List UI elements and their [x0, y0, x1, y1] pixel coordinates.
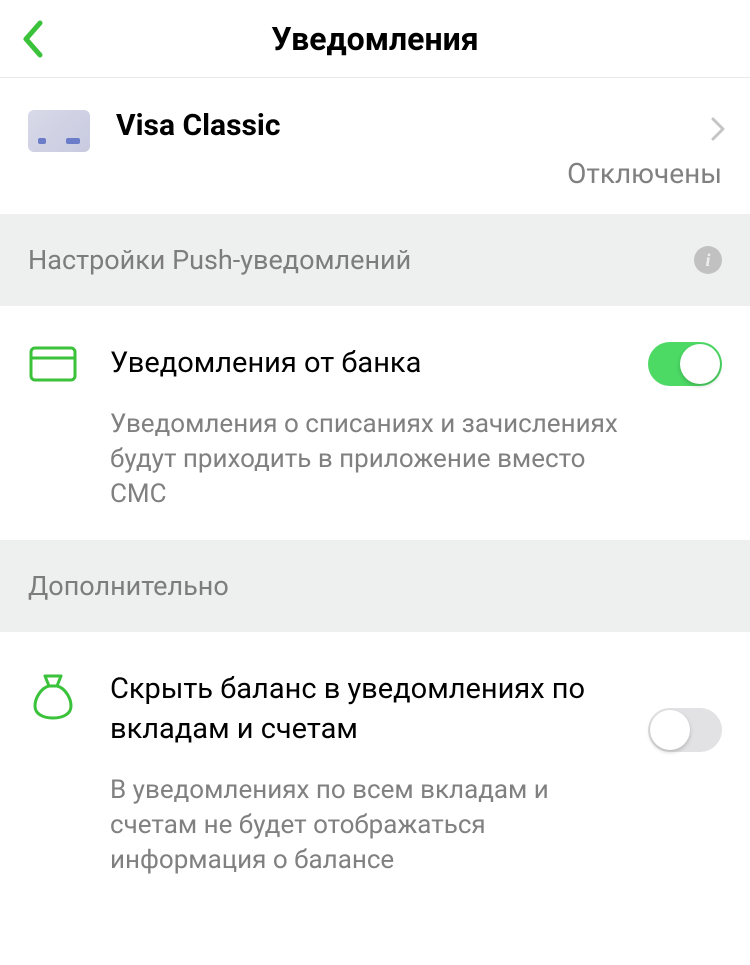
card-outline-icon	[28, 346, 78, 382]
page-title: Уведомления	[20, 20, 730, 58]
section-push-header: Настройки Push-уведомлений i	[0, 214, 750, 306]
setting-hide-balance-desc: В уведомлениях по всем вкладам и счетам …	[110, 773, 628, 878]
setting-hide-balance-title: Скрыть баланс в уведомлениях по вкладам …	[110, 670, 628, 748]
moneybag-icon	[28, 672, 78, 720]
info-icon[interactable]: i	[694, 246, 722, 274]
section-additional-title: Дополнительно	[28, 570, 722, 602]
chevron-right-icon	[710, 116, 726, 146]
setting-bank-notifications: Уведомления от банка Уведомления о списа…	[0, 306, 750, 540]
header: Уведомления	[0, 0, 750, 78]
chevron-left-icon	[20, 19, 44, 59]
toggle-bank-notifications[interactable]	[648, 342, 722, 386]
setting-bank-body: Уведомления от банка Уведомления о списа…	[110, 344, 628, 512]
card-row[interactable]: Visa Classic Отключены	[0, 78, 750, 214]
card-name: Visa Classic	[116, 108, 722, 143]
card-content: Visa Classic Отключены	[116, 108, 722, 190]
section-push-title: Настройки Push-уведомлений	[28, 244, 411, 276]
toggle-hide-balance[interactable]	[648, 708, 722, 752]
card-status: Отключены	[116, 157, 722, 190]
section-additional-header: Дополнительно	[0, 540, 750, 632]
back-button[interactable]	[20, 19, 44, 59]
setting-hide-balance-body: Скрыть баланс в уведомлениях по вкладам …	[110, 670, 628, 878]
setting-bank-desc: Уведомления о списаниях и зачислениях бу…	[110, 407, 628, 512]
setting-bank-title: Уведомления от банка	[110, 344, 628, 383]
setting-hide-balance: Скрыть баланс в уведомлениях по вкладам …	[0, 632, 750, 906]
card-icon	[28, 110, 90, 152]
